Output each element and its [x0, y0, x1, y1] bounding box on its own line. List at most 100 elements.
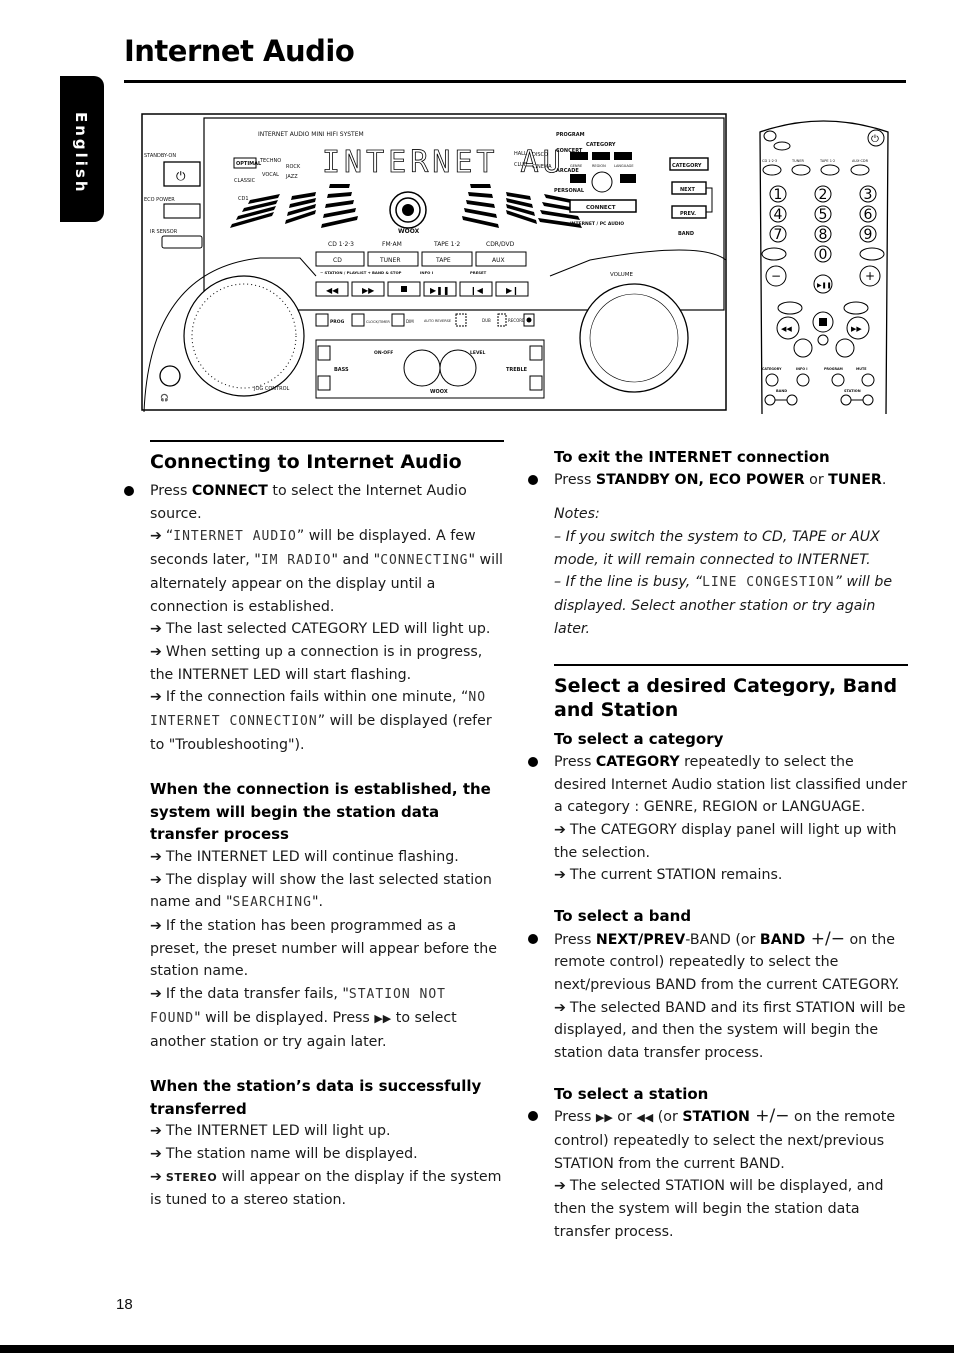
- eq-arcade: ARCADE: [556, 168, 579, 174]
- svg-text:4: 4: [774, 207, 783, 223]
- source-label-cdr: CDR/DVD: [486, 241, 515, 248]
- led-genre: [570, 152, 588, 160]
- remote-label-aux: AUX·CDR: [852, 159, 869, 163]
- svg-text:9: 9: [864, 227, 873, 243]
- result-band-selected: ➔ The selected BAND and its first STATION…: [554, 999, 906, 1062]
- eq-cd1: CD1: [238, 196, 249, 202]
- volume-knob[interactable]: [579, 283, 689, 393]
- arrow-icon: ➔: [150, 918, 162, 935]
- remote-program-button[interactable]: [831, 373, 845, 387]
- aux-button-label: AUX: [492, 257, 505, 264]
- woox-label: WOOX: [398, 228, 420, 235]
- remote-previous[interactable]: [777, 301, 803, 315]
- prog-label: PROG: [330, 319, 345, 325]
- eq-techno: TECHNO: [259, 158, 281, 164]
- remote-band-minus[interactable]: [764, 394, 776, 406]
- bass-up-button[interactable]: [317, 345, 331, 361]
- prog-button[interactable]: [315, 313, 329, 327]
- jog-control-dial[interactable]: [191, 283, 297, 389]
- section-rule: [554, 664, 908, 667]
- bass-down-button[interactable]: [317, 375, 331, 391]
- category-title: CATEGORY: [586, 142, 616, 148]
- eq-rock: ROCK: [286, 164, 301, 170]
- play-pause-icon: ▶❚❚: [817, 282, 832, 289]
- plus-icon: +: [865, 269, 875, 283]
- lcd-text: SEARCHING: [232, 895, 312, 911]
- arrow-icon: ➔: [554, 1178, 566, 1195]
- remote-svg: ⏻ CD 1·2·3 TUNER TAPE 1·2 AUX·CDR 1 2 3 …: [759, 120, 889, 414]
- remote-aux-button[interactable]: [850, 164, 870, 176]
- standby-label: STANDBY-ON: [144, 153, 176, 159]
- eq-club: CLUB: [514, 162, 528, 168]
- treble-label: TREBLE: [506, 367, 528, 373]
- treble-down-button[interactable]: [529, 375, 543, 391]
- remote-info-label: INFO I: [796, 367, 807, 371]
- led-language-label: LANGUAGE: [614, 164, 634, 168]
- next-icon: ▶❙: [506, 286, 519, 295]
- step-select-station: Press ▶▶ or ◀◀ (or STATION +/− on the re…: [528, 1105, 908, 1175]
- remote-auto-button[interactable]: [859, 247, 885, 261]
- remote-tape-button[interactable]: [820, 164, 840, 176]
- dim-button[interactable]: [391, 313, 405, 327]
- remote-mute-label: MUTE: [856, 367, 867, 371]
- remote-station-plus[interactable]: [862, 394, 874, 406]
- subheading-data-transferred: When the station’s data is successfully …: [150, 1077, 482, 1118]
- step-select-category: Press CATEGORY repeatedly to select the …: [528, 751, 908, 819]
- woox-onoff-label: ON·OFF: [374, 350, 393, 356]
- tape-button-label: TAPE: [435, 257, 451, 264]
- remote-button-right[interactable]: [835, 338, 855, 358]
- remote-button-left[interactable]: [793, 338, 813, 358]
- result-station-selected: ➔ The selected STATION will be displayed,…: [554, 1178, 884, 1240]
- eco-power-label: ECO POWER: [144, 197, 175, 203]
- remote-cd-button[interactable]: [762, 164, 782, 176]
- fast-forward-icon: ▶▶: [595, 1111, 613, 1125]
- remote-dim-button[interactable]: [817, 334, 829, 346]
- station-playlist-label: − STATION / PLAYLIST +: [320, 270, 371, 275]
- bottom-bar: [0, 1345, 954, 1353]
- bass-label: BASS: [334, 367, 349, 373]
- remote-mute-button[interactable]: [861, 373, 875, 387]
- step-connect: Press CONNECT to select the Internet Aud…: [124, 480, 504, 525]
- treble-up-button[interactable]: [529, 345, 543, 361]
- svg-text:1: 1: [774, 187, 783, 203]
- result-internet-led-flashing: ➔ When setting up a connection is in prog…: [150, 643, 483, 683]
- connect-knob[interactable]: [591, 171, 613, 193]
- prev-button-label: PREV.: [680, 211, 696, 217]
- record-label: RECORD: [508, 318, 525, 323]
- led-internet: [570, 174, 586, 183]
- clock-timer-button[interactable]: [351, 313, 365, 327]
- section-title-select: Select a desired Category, Band and Stat…: [554, 675, 898, 722]
- remote-program-label: PROGRAM: [824, 367, 843, 371]
- remote-station-minus[interactable]: [840, 394, 852, 406]
- remote-label-tuner: TUNER: [791, 159, 805, 163]
- svg-text:6: 6: [864, 207, 873, 223]
- arrow-icon: ➔: [150, 1145, 162, 1162]
- result-station-remains: ➔ The current STATION remains.: [554, 867, 783, 884]
- remote-clear-button[interactable]: [761, 247, 787, 261]
- source-label-tape: TAPE 1·2: [433, 241, 460, 248]
- stop-icon: [401, 286, 407, 292]
- rewind-icon: ◀◀: [781, 325, 792, 333]
- result-display-connecting: ➔ “INTERNET AUDIO” will be displayed. A f…: [150, 528, 503, 615]
- ir-sensor: [161, 235, 203, 249]
- section-title-connecting: Connecting to Internet Audio: [150, 451, 462, 473]
- previous-icon: ❙◀: [470, 286, 484, 295]
- remote-tuner-button[interactable]: [791, 164, 811, 176]
- dub-button[interactable]: [497, 313, 507, 327]
- step-exit: Press STANDBY ON, ECO POWER or TUNER.: [528, 469, 908, 492]
- remote-category-button[interactable]: [765, 373, 779, 387]
- remote-next[interactable]: [843, 301, 869, 315]
- remote-band-plus[interactable]: [786, 394, 798, 406]
- eq-classic: CLASSIC: [234, 178, 256, 184]
- connect-keyword: CONNECT: [191, 483, 268, 499]
- eco-power-button[interactable]: [163, 203, 201, 219]
- remote-control-illustration: ⏻ CD 1·2·3 TUNER TAPE 1·2 AUX·CDR 1 2 3 …: [748, 108, 898, 414]
- remote-info-button[interactable]: [796, 373, 810, 387]
- arrow-icon: ➔: [554, 999, 566, 1016]
- remote-eco-button[interactable]: [773, 141, 791, 151]
- auto-reverse-button[interactable]: [455, 313, 467, 327]
- hifi-unit-illustration: INTERNET AUDIO MINI HIFI SYSTEM STANDBY-…: [140, 100, 730, 412]
- auto-reverse-label: AUTO REVERSE: [424, 319, 451, 323]
- woox-on-off-button[interactable]: [403, 349, 441, 387]
- eq-disco: DISCO: [532, 152, 548, 158]
